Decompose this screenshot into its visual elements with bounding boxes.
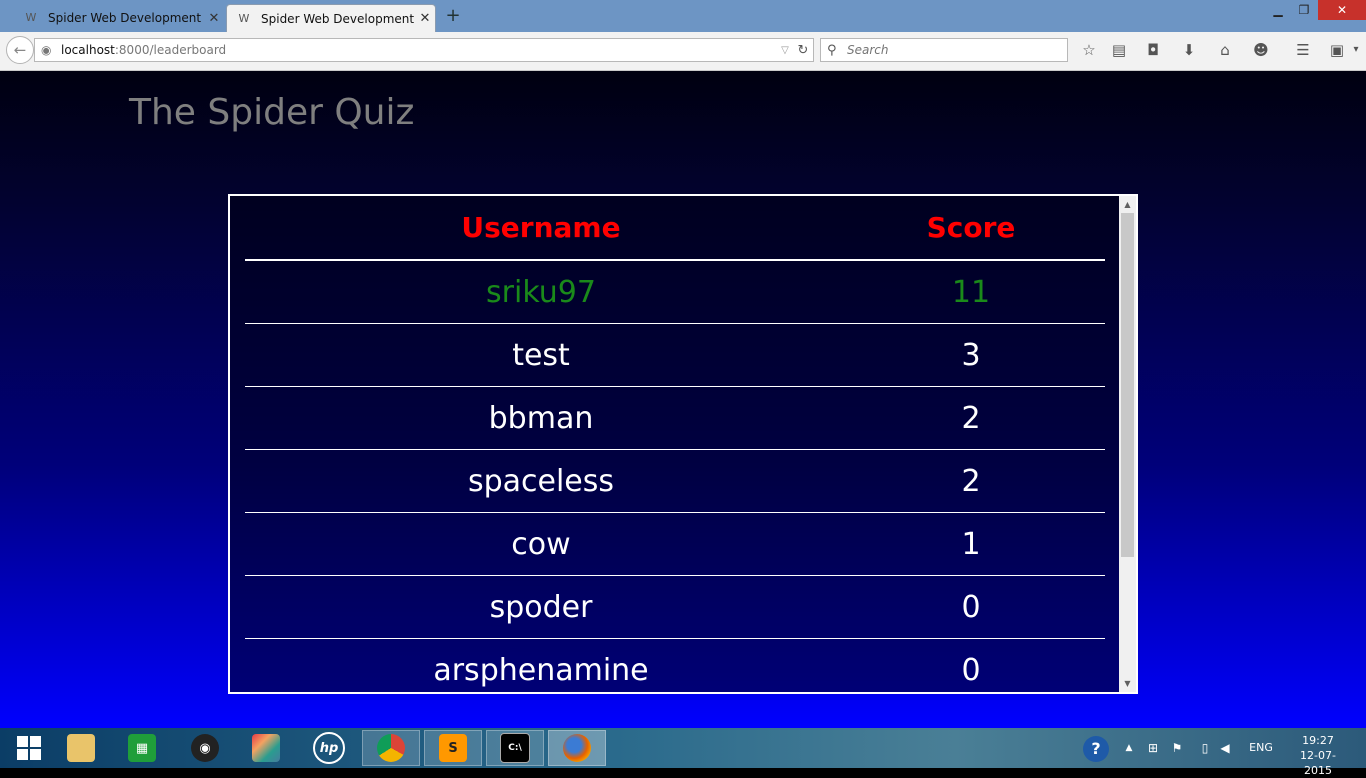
tab-spider-web-development-1[interactable]: W Spider Web Development t... ✕: [14, 4, 224, 32]
sublime-text-icon: S: [439, 734, 467, 762]
command-prompt-icon: C:\: [500, 733, 530, 763]
minimize-button[interactable]: ▁: [1264, 0, 1292, 20]
battery-icon[interactable]: ▯: [1196, 728, 1214, 768]
action-center-icon[interactable]: ⊞: [1144, 728, 1162, 768]
leaderboard-scrollbar[interactable]: ▲ ▼: [1119, 196, 1136, 692]
scrollbar-thumb[interactable]: [1121, 213, 1134, 557]
search-input[interactable]: [845, 42, 1049, 58]
clock-date: 12-07-2015: [1300, 749, 1336, 777]
store-icon: ▦: [128, 734, 156, 762]
taskbar-hp[interactable]: hp: [300, 730, 358, 766]
username-cell: arsphenamine: [245, 638, 837, 692]
new-tab-button[interactable]: +: [444, 5, 462, 27]
start-button[interactable]: [0, 730, 58, 766]
score-cell: 11: [837, 260, 1105, 324]
taskbar-chrome[interactable]: [362, 730, 420, 766]
navigation-bar: ← ◉ localhost :8000/leaderboard ▽ ↻ ⚲ ☆ …: [0, 32, 1366, 71]
taskbar-store[interactable]: ▦: [113, 730, 171, 766]
score-cell: 3: [837, 323, 1105, 387]
taskbar-app[interactable]: [237, 730, 295, 766]
globe-icon: ◉: [41, 43, 52, 57]
table-row: cow 1: [245, 512, 1105, 576]
username-header: Username: [245, 196, 837, 261]
clock[interactable]: 19:27 12-07-2015: [1288, 733, 1348, 778]
table-row: sriku97 11: [245, 260, 1105, 324]
username-cell: test: [245, 323, 837, 387]
url-host: localhost: [61, 43, 115, 57]
chrome-icon: [377, 734, 405, 762]
url-bar[interactable]: ◉ localhost :8000/leaderboard ▽ ↻: [34, 38, 814, 62]
puzzle-icon: [252, 734, 280, 762]
taskbar: ▦ ◉ hp S C:\ ? ▲ ⊞ ⚑ ▯ ◀ ENG 19:27 12-07…: [0, 728, 1366, 777]
username-cell: spaceless: [245, 449, 837, 513]
bookmark-star-icon[interactable]: ☆: [1076, 38, 1102, 62]
back-arrow-icon: ←: [13, 41, 27, 59]
scroll-down-arrow-icon[interactable]: ▼: [1119, 675, 1136, 692]
taskbar-webcam[interactable]: ◉: [176, 730, 234, 766]
score-cell: 0: [837, 638, 1105, 692]
close-window-button[interactable]: ✕: [1318, 0, 1366, 20]
spider-favicon-icon: W: [25, 11, 37, 24]
chat-icon[interactable]: ☻: [1248, 38, 1274, 62]
score-cell: 1: [837, 512, 1105, 576]
reload-icon[interactable]: ↻: [793, 43, 813, 58]
username-cell: cow: [245, 512, 837, 576]
flag-icon[interactable]: ⚑: [1168, 728, 1186, 768]
tab-title: Spider Web Development t...: [261, 11, 415, 26]
score-header: Score: [837, 196, 1105, 261]
url-dropdown-icon[interactable]: ▽: [777, 45, 793, 56]
close-tab-icon[interactable]: ✕: [204, 11, 224, 26]
hp-logo-icon: hp: [313, 732, 345, 764]
leaderboard-header-row: Username Score: [245, 196, 1105, 261]
scroll-up-arrow-icon[interactable]: ▲: [1119, 196, 1136, 213]
leaderboard-table: Username Score sriku97 11 test 3 bbman 2: [245, 196, 1105, 692]
score-cell: 2: [837, 386, 1105, 450]
download-icon[interactable]: ⬇: [1176, 38, 1202, 62]
reading-list-icon[interactable]: ▤: [1106, 38, 1132, 62]
windows-logo-icon: [17, 736, 41, 760]
extension-dropdown-icon[interactable]: ▾: [1348, 38, 1364, 62]
pocket-icon[interactable]: ◘: [1140, 38, 1166, 62]
home-icon[interactable]: ⌂: [1212, 38, 1238, 62]
volume-icon[interactable]: ◀: [1216, 728, 1234, 768]
taskbar-firefox[interactable]: [548, 730, 606, 766]
username-cell: spoder: [245, 575, 837, 639]
firefox-icon: [563, 734, 591, 762]
restore-button[interactable]: ❐: [1290, 0, 1318, 20]
username-cell: sriku97: [245, 260, 837, 324]
score-cell: 2: [837, 449, 1105, 513]
table-row: test 3: [245, 323, 1105, 387]
clock-time: 19:27: [1302, 734, 1334, 747]
username-cell: bbman: [245, 386, 837, 450]
url-path: :8000/leaderboard: [114, 43, 227, 57]
webcam-icon: ◉: [191, 734, 219, 762]
search-bar[interactable]: ⚲: [820, 38, 1068, 62]
help-icon[interactable]: ?: [1080, 728, 1112, 768]
leaderboard-panel: Username Score sriku97 11 test 3 bbman 2: [228, 194, 1138, 694]
tab-strip: W Spider Web Development t... ✕ W Spider…: [0, 0, 1366, 32]
language-indicator[interactable]: ENG: [1244, 728, 1278, 768]
close-tab-icon[interactable]: ✕: [415, 11, 435, 26]
menu-icon[interactable]: ☰: [1290, 38, 1316, 62]
extension-icon[interactable]: ▣: [1324, 38, 1350, 62]
tab-spider-web-development-2[interactable]: W Spider Web Development t... ✕: [226, 4, 436, 32]
taskbar-command-prompt[interactable]: C:\: [486, 730, 544, 766]
folder-icon: [67, 734, 95, 762]
spider-favicon-icon: W: [238, 11, 250, 25]
table-row: arsphenamine 0: [245, 638, 1105, 692]
taskbar-sublime[interactable]: S: [424, 730, 482, 766]
table-row: spaceless 2: [245, 449, 1105, 513]
tab-title: Spider Web Development t...: [48, 11, 204, 25]
table-row: spoder 0: [245, 575, 1105, 639]
back-button[interactable]: ←: [6, 36, 34, 64]
table-row: bbman 2: [245, 386, 1105, 450]
site-title: The Spider Quiz: [129, 92, 415, 133]
score-cell: 0: [837, 575, 1105, 639]
search-icon: ⚲: [827, 42, 837, 58]
taskbar-file-explorer[interactable]: [52, 730, 110, 766]
show-hidden-icons-icon[interactable]: ▲: [1122, 728, 1136, 768]
page-content: The Spider Quiz Username Score sriku97 1…: [0, 71, 1366, 728]
